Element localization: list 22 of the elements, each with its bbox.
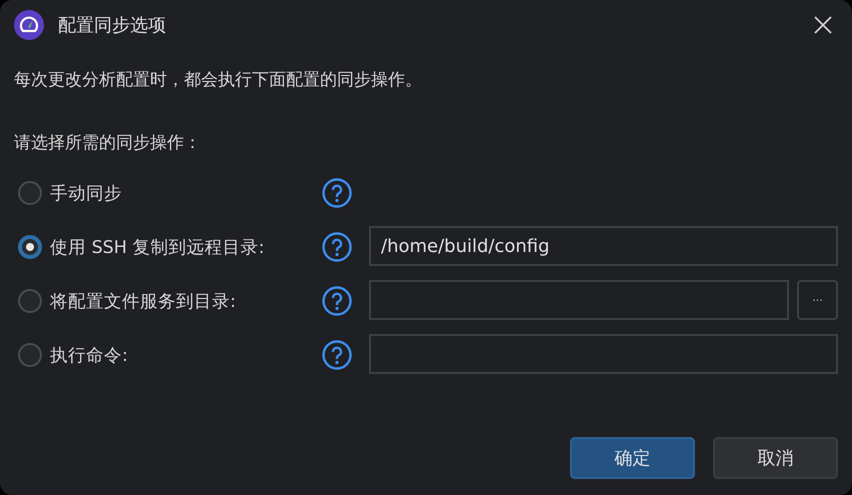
- window-title: 配置同步选项: [58, 14, 166, 37]
- cancel-button[interactable]: 取消: [713, 437, 838, 479]
- option-label: 将配置文件服务到目录:: [50, 291, 237, 313]
- radio-button[interactable]: [18, 235, 42, 259]
- ok-button[interactable]: 确定: [570, 437, 695, 479]
- help-icon[interactable]: [322, 340, 352, 370]
- description-text: 每次更改分析配置时，都会执行下面配置的同步操作。: [14, 69, 423, 91]
- radio-button[interactable]: [18, 289, 42, 313]
- option-label: 执行命令:: [50, 345, 129, 367]
- radio-button[interactable]: [18, 343, 42, 367]
- option-label: 手动同步: [50, 183, 123, 205]
- help-icon[interactable]: [322, 178, 352, 208]
- radio-button[interactable]: [18, 181, 42, 205]
- prompt-text: 请选择所需的同步操作：: [14, 132, 202, 154]
- gauge-icon: [14, 10, 44, 40]
- option-label: 使用 SSH 复制到远程目录:: [50, 237, 266, 259]
- browse-button[interactable]: ···: [797, 280, 838, 320]
- input-field[interactable]: [369, 280, 789, 320]
- input-field[interactable]: /home/build/config: [369, 226, 838, 266]
- help-icon[interactable]: [322, 232, 352, 262]
- help-icon[interactable]: [322, 286, 352, 316]
- input-field[interactable]: [369, 334, 838, 374]
